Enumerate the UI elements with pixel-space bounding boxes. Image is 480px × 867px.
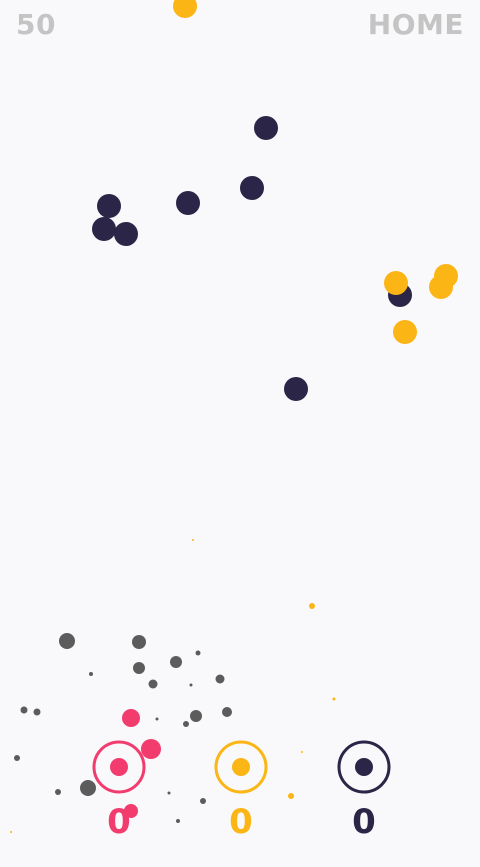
gray-particle (148, 679, 158, 689)
yellow-target-count: 0 (229, 802, 253, 842)
pink-ball (122, 709, 140, 727)
yellow-ball (384, 271, 408, 295)
yellow-particle (301, 751, 303, 753)
navy-ball (114, 222, 138, 246)
navy-ball (97, 194, 121, 218)
gray-particle (215, 674, 225, 684)
yellow-target[interactable] (212, 739, 272, 799)
yellow-particle (309, 603, 315, 609)
yellow-ball (393, 320, 417, 344)
navy-ball (284, 377, 308, 401)
gray-particle (183, 721, 189, 727)
gray-particle (167, 791, 171, 795)
yellow-balls (10, 0, 458, 833)
gray-particle (190, 710, 202, 722)
gray-particle (59, 633, 75, 649)
yellow-particle (288, 793, 294, 799)
gray-particle (189, 683, 193, 687)
gray-particle (155, 717, 159, 721)
navy-target-count: 0 (352, 802, 376, 842)
yellow-particle (10, 831, 12, 833)
pink-target[interactable] (90, 739, 150, 799)
navy-ball (92, 217, 116, 241)
gray-particle (89, 672, 93, 676)
navy-ball (176, 191, 200, 215)
gray-particle (222, 707, 232, 717)
gray-particle (195, 650, 201, 656)
gray-particle (55, 789, 61, 795)
gray-particle (133, 662, 145, 674)
gray-particle (176, 819, 180, 823)
gray-particle (200, 798, 206, 804)
navy-target[interactable] (334, 739, 394, 799)
navy-ball (254, 116, 278, 140)
gray-particle (14, 755, 20, 761)
game-field (10, 0, 458, 833)
gray-particle (20, 706, 28, 714)
gray-particle (170, 656, 182, 668)
yellow-ball (429, 275, 453, 299)
navy-target-core (355, 758, 373, 776)
yellow-target-core (232, 758, 250, 776)
navy-balls (92, 116, 412, 401)
yellow-particle (332, 697, 336, 701)
navy-ball (240, 176, 264, 200)
gray-particle (132, 635, 146, 649)
gray-particle (33, 708, 41, 716)
yellow-particle (192, 539, 194, 541)
yellow-ball (173, 0, 197, 18)
pink-target-core (110, 758, 128, 776)
pink-target-count: 0 (107, 802, 131, 842)
